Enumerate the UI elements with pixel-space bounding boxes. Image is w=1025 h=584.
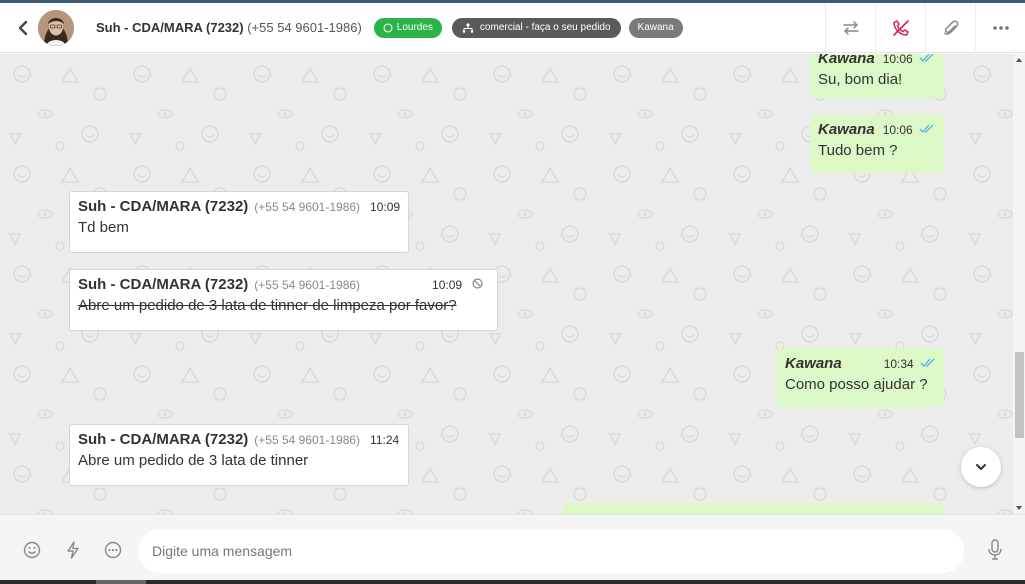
scroll-down-arrow-icon[interactable] [1016, 506, 1022, 510]
message-incoming-deleted[interactable]: Suh - CDA/MARA (7232) (+55 54 9601-1986)… [69, 269, 498, 331]
taskbar-strip [0, 580, 1025, 584]
chevron-down-icon [976, 464, 986, 470]
lightning-bolt-icon [67, 541, 79, 559]
message-time: 10:06 [882, 54, 913, 66]
voice-record-button[interactable] [984, 539, 1006, 561]
message-text: Tudo bem ? [818, 142, 898, 159]
message-list[interactable]: Kawana 10:06 Su, bom dia! Kawana 10:06 T… [0, 54, 1013, 514]
smiley-icon [23, 541, 41, 559]
message-incoming[interactable]: Suh - CDA/MARA (7232) (+55 54 9601-1986)… [69, 191, 409, 253]
message-text: Como posso ajudar ? [785, 376, 928, 393]
avatar-image [38, 9, 74, 46]
message-sender-phone: (+55 54 9601-1986) [254, 433, 361, 447]
contact-info[interactable]: Suh - CDA/MARA (7232) (+55 54 9601-1986) [96, 20, 362, 35]
speech-bubble-dots-icon [104, 541, 122, 559]
message-outgoing[interactable]: Kawana 10:06 Su, bom dia! [810, 54, 944, 98]
message-text: Abre um pedido de 3 lata de tinner [78, 452, 309, 469]
contact-name: Suh - CDA/MARA (7232) [96, 20, 244, 35]
sitemap-icon [462, 22, 474, 33]
message-text: Abre um pedido de 3 lata de tinner de li… [78, 297, 457, 314]
message-sender-phone: (+55 54 9601-1986) [254, 278, 361, 292]
message-time: 10:34 [883, 357, 914, 371]
chat-scrollbar[interactable] [1013, 54, 1025, 514]
quick-replies-button[interactable] [62, 539, 84, 561]
ellipsis-icon [992, 26, 1009, 30]
message-sender: Suh - CDA/MARA (7232) [78, 276, 249, 293]
agent-tag-label: Kawana [637, 22, 674, 33]
message-sender: Suh - CDA/MARA (7232) [78, 431, 249, 448]
message-sender: Kawana [818, 121, 875, 138]
message-time: 10:09 [370, 200, 401, 214]
message-text: Su, bom dia! [818, 71, 903, 88]
contact-phone: (+55 54 9601-1986) [247, 20, 362, 35]
message-time: 10:09 [432, 278, 463, 292]
transfer-arrows-icon [842, 21, 859, 35]
chat-header: Suh - CDA/MARA (7232) (+55 54 9601-1986)… [0, 3, 1025, 53]
scroll-to-bottom-button[interactable] [961, 447, 1001, 487]
message-time: 10:06 [882, 123, 913, 137]
message-time: 11:24 [370, 433, 400, 447]
message-sender: Kawana [785, 355, 842, 372]
more-options-button[interactable] [975, 3, 1025, 53]
chevron-left-icon [18, 20, 28, 35]
scrollbar-thumb[interactable] [1015, 352, 1024, 438]
taskbar-segment [96, 580, 146, 584]
message-input[interactable] [138, 529, 964, 573]
read-ticks-icon [919, 124, 935, 134]
message-incoming[interactable]: Suh - CDA/MARA (7232) (+55 54 9601-1986)… [69, 424, 409, 486]
avatar[interactable] [38, 9, 74, 46]
whatsapp-tag-label: Lourdes [396, 22, 433, 33]
read-ticks-icon [920, 358, 936, 368]
message-text: Td bem [78, 219, 129, 236]
whatsapp-connection-tag[interactable]: Lourdes [373, 17, 442, 38]
whatsapp-icon [383, 23, 393, 32]
end-call-button[interactable] [875, 3, 925, 53]
microphone-icon [988, 539, 1002, 560]
paperclip-icon [943, 20, 958, 35]
agent-tag[interactable]: Kawana [628, 17, 683, 38]
attach-button[interactable] [925, 3, 975, 53]
emoji-button[interactable] [21, 539, 43, 561]
department-tag-label: comercial - faça o seu pedido [479, 22, 611, 33]
transfer-button[interactable] [825, 3, 875, 53]
message-outgoing[interactable]: Kawana 10:06 Tudo bem ? [810, 115, 944, 173]
scroll-up-arrow-icon[interactable] [1016, 58, 1022, 62]
deleted-ban-icon [472, 276, 483, 293]
back-button[interactable] [12, 16, 34, 40]
message-sender: Suh - CDA/MARA (7232) [78, 198, 249, 215]
read-ticks-icon [919, 54, 935, 63]
message-sender: Kawana [818, 54, 875, 67]
message-outgoing[interactable]: Kawana 10:34 Como posso ajudar ? [777, 349, 944, 407]
message-sender-phone: (+55 54 9601-1986) [254, 200, 361, 214]
message-outgoing-partial[interactable] [563, 503, 944, 514]
phone-slash-icon [892, 20, 909, 36]
chat-options-button[interactable] [102, 539, 124, 561]
department-tag[interactable]: comercial - faça o seu pedido [451, 17, 621, 38]
message-composer [0, 514, 1025, 580]
